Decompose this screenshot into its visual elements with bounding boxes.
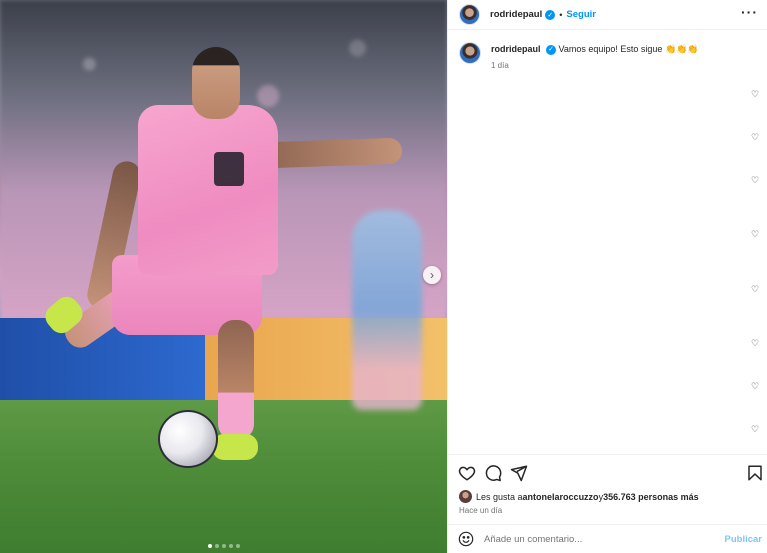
username-link[interactable]: rodridepaul [490,9,542,20]
post-side-panel: rodridepaul ✓ • Seguir ··· rodridepaul ✓… [447,0,767,553]
post-timestamp[interactable]: Hace un día [459,506,502,515]
caption-body: rodridepaul ✓ Vamos equipo! Esto sigue 👏… [491,42,699,73]
football [158,410,218,468]
player-shirt [138,105,278,275]
comment-like-heart-icon[interactable]: ♡ [750,229,760,239]
liker-username[interactable]: antonelaroccuzzo [523,492,599,502]
comment-like-heart-icon[interactable]: ♡ [750,175,760,185]
likes-count[interactable]: 356.763 personas más [603,492,699,502]
emoji-icon[interactable] [458,531,474,547]
post-media[interactable]: › [0,0,447,553]
player-head [192,47,240,119]
post-actions [448,454,767,488]
shirt-sponsor-logo [214,152,244,186]
background-player [352,210,422,410]
liker-avatar[interactable] [459,490,472,503]
save-bookmark-icon[interactable] [746,464,764,482]
likes-prefix: Les gusta a [476,491,523,502]
comment-like-heart-icon[interactable]: ♡ [750,338,760,348]
share-icon[interactable] [510,464,528,482]
carousel-dot [235,544,240,548]
caption: rodridepaul ✓ Vamos equipo! Esto sigue 👏… [459,42,759,73]
follow-button[interactable]: Seguir [566,9,596,20]
post-header: rodridepaul ✓ • Seguir ··· [448,0,767,30]
next-arrow-icon[interactable]: › [423,266,441,284]
carousel-dot [207,544,212,548]
likes-summary: Les gusta a antonelaroccuzzo y 356.763 p… [459,490,699,503]
comment-like-heart-icon[interactable]: ♡ [750,424,760,434]
carousel-indicator [0,544,447,548]
comment-input[interactable] [484,533,725,545]
caption-text: Vamos equipo! Esto sigue 👏👏👏 [558,44,699,54]
like-heart-icon[interactable] [458,464,476,482]
separator: • [559,9,563,20]
carousel-dot [228,544,233,548]
comment-bar: Publicar [448,524,767,553]
more-options-icon[interactable]: ··· [741,4,758,20]
caption-username[interactable]: rodridepaul [491,44,541,54]
player-boot-right [212,434,258,460]
player-arm-right [261,137,403,169]
caption-avatar[interactable] [459,42,481,64]
avatar[interactable] [459,4,480,25]
comment-like-heart-icon[interactable]: ♡ [750,89,760,99]
caption-time: 1 día [491,61,509,70]
verified-badge-icon: ✓ [545,9,556,20]
player-leg-right [218,320,254,440]
carousel-dot [214,544,219,548]
verified-badge-icon: ✓ [546,44,557,55]
comment-icon[interactable] [484,464,502,482]
publish-button[interactable]: Publicar [725,534,763,545]
carousel-dot [221,544,226,548]
comment-like-heart-icon[interactable]: ♡ [750,381,760,391]
comment-like-heart-icon[interactable]: ♡ [750,132,760,142]
comment-like-heart-icon[interactable]: ♡ [750,284,760,294]
